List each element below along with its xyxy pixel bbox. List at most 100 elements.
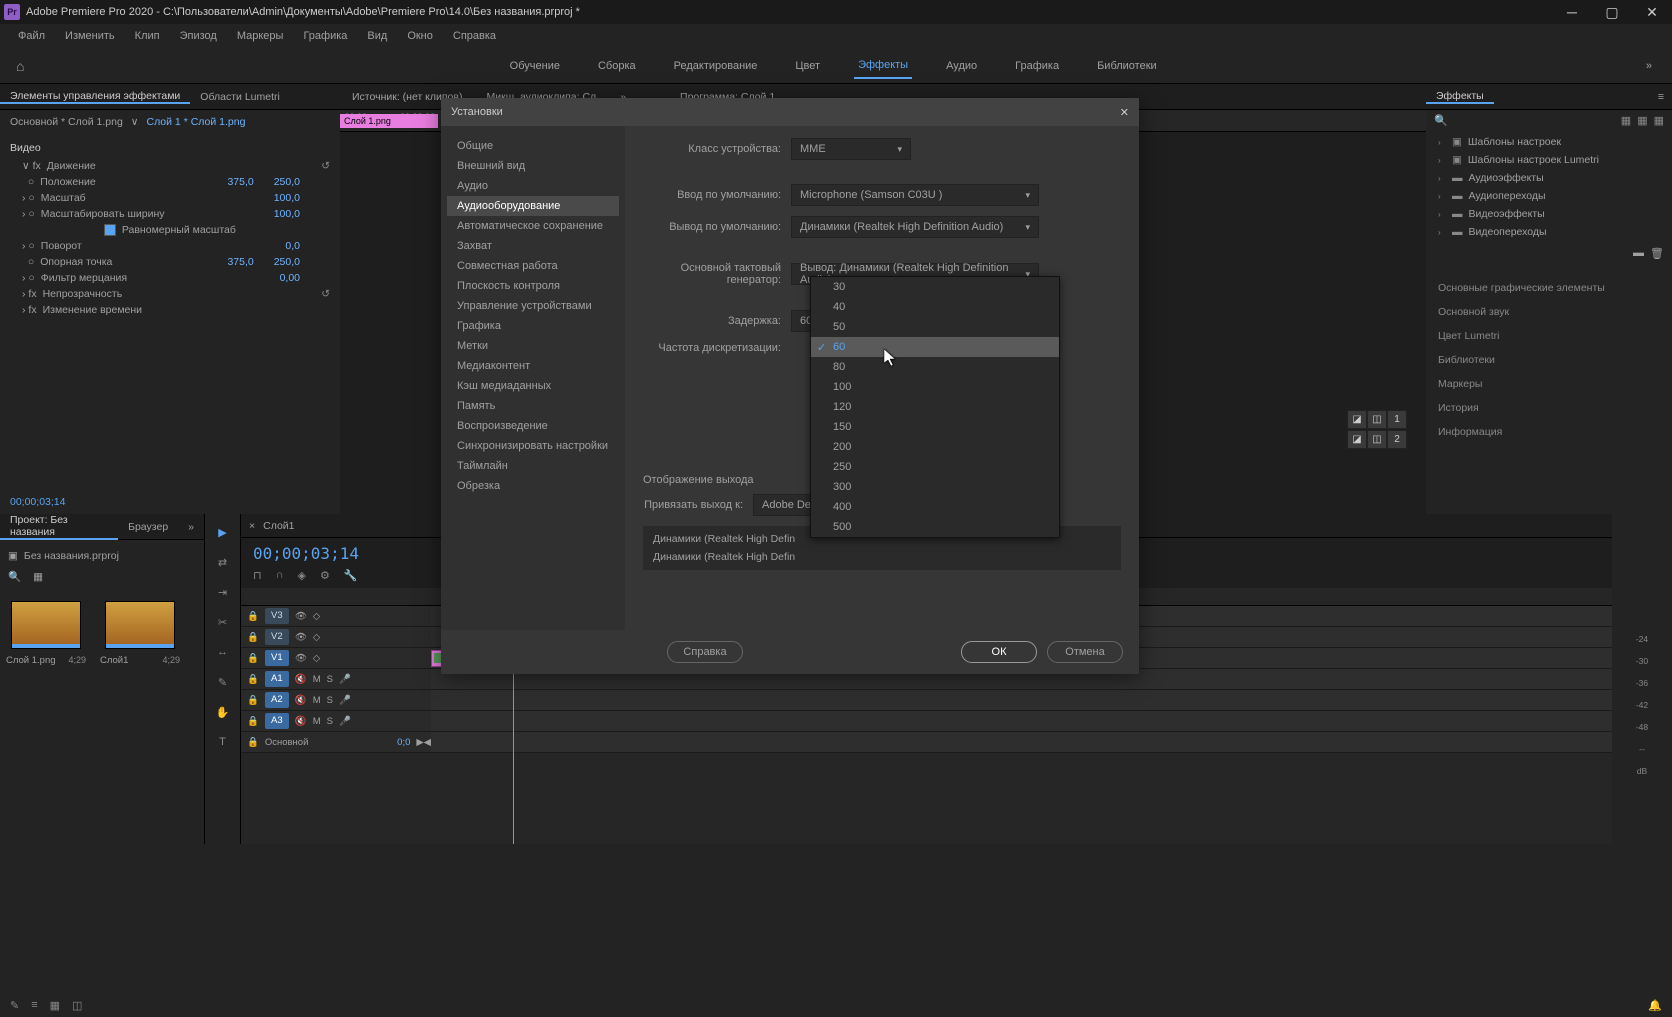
- maximize-button[interactable]: ▢: [1592, 0, 1632, 24]
- menu-window[interactable]: Окно: [397, 30, 443, 42]
- fx-scale[interactable]: › ○ Масштаб100,0: [10, 190, 330, 206]
- cat-graphics[interactable]: Графика: [447, 316, 619, 336]
- cancel-button[interactable]: Отмена: [1047, 641, 1123, 663]
- rpanel-info[interactable]: Информация: [1426, 420, 1672, 444]
- link-icon[interactable]: ∩: [276, 569, 284, 582]
- opt-250[interactable]: 250: [811, 457, 1059, 477]
- preset-icon-3[interactable]: ▦: [1654, 114, 1664, 127]
- search-icon[interactable]: 🔍: [8, 570, 21, 583]
- cat-sync[interactable]: Синхронизировать настройки: [447, 436, 619, 456]
- tab-effect-controls[interactable]: Элементы управления эффектами: [0, 90, 190, 104]
- select-default-output[interactable]: Динамики (Realtek High Definition Audio)…: [791, 216, 1039, 238]
- selection-tool-icon[interactable]: ▶: [213, 522, 233, 542]
- menu-clip[interactable]: Клип: [125, 30, 170, 42]
- ripple-tool-icon[interactable]: ⇥: [213, 582, 233, 602]
- trash-icon[interactable]: 🗑: [1650, 247, 1664, 260]
- footer-icon[interactable]: 🔔: [1648, 999, 1662, 1012]
- cat-memory[interactable]: Память: [447, 396, 619, 416]
- opt-80[interactable]: 80: [811, 357, 1059, 377]
- clip-instance[interactable]: Слой 1 * Слой 1.png: [146, 116, 245, 128]
- cat-labels[interactable]: Метки: [447, 336, 619, 356]
- cat-audio-hardware[interactable]: Аудиооборудование: [447, 196, 619, 216]
- eff-presets[interactable]: ›▣Шаблоны настроек: [1434, 133, 1664, 151]
- seq-tab[interactable]: Слой1: [263, 520, 294, 532]
- footer-icon[interactable]: ◫: [72, 999, 82, 1012]
- marker-icon[interactable]: ◈: [298, 569, 306, 582]
- cat-control-surface[interactable]: Плоскость контроля: [447, 276, 619, 296]
- footer-icon[interactable]: ▦: [50, 999, 60, 1012]
- cat-media[interactable]: Медиаконтент: [447, 356, 619, 376]
- eff-video-trans[interactable]: ›▬Видеопереходы: [1434, 223, 1664, 241]
- ws-audio[interactable]: Аудио: [942, 54, 981, 78]
- track-a2[interactable]: A2: [265, 692, 289, 708]
- fx-position[interactable]: ○ Положение375,0250,0: [10, 174, 330, 190]
- tab-project[interactable]: Проект: Без названия: [0, 514, 118, 540]
- cat-general[interactable]: Общие: [447, 136, 619, 156]
- mini-clip[interactable]: Слой 1.png: [340, 114, 438, 128]
- tab-browser[interactable]: Браузер: [118, 521, 178, 533]
- cat-capture[interactable]: Захват: [447, 236, 619, 256]
- menu-sequence[interactable]: Эпизод: [170, 30, 227, 42]
- pen-tool-icon[interactable]: ✎: [213, 672, 233, 692]
- footer-icon[interactable]: ≡: [31, 999, 37, 1011]
- opt-30[interactable]: 30: [811, 277, 1059, 297]
- tab-lumetri-scopes[interactable]: Области Lumetri: [190, 91, 290, 103]
- footer-icon[interactable]: ✎: [10, 999, 19, 1012]
- cat-timeline[interactable]: Таймлайн: [447, 456, 619, 476]
- fx-opacity[interactable]: › fx Непрозрачность↺: [10, 286, 330, 302]
- opt-150[interactable]: 150: [811, 417, 1059, 437]
- menu-edit[interactable]: Изменить: [55, 30, 125, 42]
- tab-effects-panel[interactable]: Эффекты: [1426, 90, 1494, 104]
- fx-anchor[interactable]: ○ Опорная точка375,0250,0: [10, 254, 330, 270]
- fx-uniform[interactable]: Равномерный масштаб: [10, 222, 330, 238]
- menu-file[interactable]: Файл: [8, 30, 55, 42]
- track-a1[interactable]: A1: [265, 671, 289, 687]
- pc-btn-1[interactable]: 1: [1387, 410, 1407, 429]
- wrench-icon[interactable]: 🔧: [344, 569, 358, 582]
- preset-icon[interactable]: ▦: [1621, 114, 1631, 127]
- cat-appearance[interactable]: Внешний вид: [447, 156, 619, 176]
- dialog-close-icon[interactable]: ✕: [1120, 106, 1129, 119]
- track-v1[interactable]: V1: [265, 650, 289, 666]
- ws-color[interactable]: Цвет: [791, 54, 824, 78]
- cat-device-control[interactable]: Управление устройствами: [447, 296, 619, 316]
- fx-rotation[interactable]: › ○ Поворот0,0: [10, 238, 330, 254]
- cat-autosave[interactable]: Автоматическое сохранение: [447, 216, 619, 236]
- fx-scale-width[interactable]: › ○ Масштабировать ширину100,0: [10, 206, 330, 222]
- pc-btn-a[interactable]: ◪: [1347, 410, 1367, 429]
- fx-time-remap[interactable]: › fx Изменение времени: [10, 302, 330, 318]
- opt-500[interactable]: 500: [811, 517, 1059, 537]
- fx-motion[interactable]: ∨ fx Движение↺: [10, 158, 330, 174]
- bin-item[interactable]: Слой 1.png4;29: [6, 601, 86, 666]
- cat-playback[interactable]: Воспроизведение: [447, 416, 619, 436]
- fx-flicker[interactable]: › ○ Фильтр мерцания0,00: [10, 270, 330, 286]
- help-button[interactable]: Справка: [667, 641, 743, 663]
- rpanel-history[interactable]: История: [1426, 396, 1672, 420]
- slip-tool-icon[interactable]: ↔: [213, 642, 233, 662]
- opt-100[interactable]: 100: [811, 377, 1059, 397]
- ws-effects[interactable]: Эффекты: [854, 53, 912, 79]
- opt-400[interactable]: 400: [811, 497, 1059, 517]
- ws-overflow-icon[interactable]: »: [1626, 60, 1672, 72]
- snap-icon[interactable]: ⊓: [253, 569, 262, 582]
- opt-40[interactable]: 40: [811, 297, 1059, 317]
- pc-btn-2[interactable]: 2: [1387, 430, 1407, 449]
- opt-120[interactable]: 120: [811, 397, 1059, 417]
- pc-btn-c[interactable]: ◪: [1347, 430, 1367, 449]
- cat-trim[interactable]: Обрезка: [447, 476, 619, 496]
- eff-audio-effects[interactable]: ›▬Аудиоэффекты: [1434, 169, 1664, 187]
- eff-video-effects[interactable]: ›▬Видеоэффекты: [1434, 205, 1664, 223]
- menu-view[interactable]: Вид: [357, 30, 397, 42]
- pc-btn-b[interactable]: ◫: [1367, 410, 1387, 429]
- ws-graphics[interactable]: Графика: [1011, 54, 1063, 78]
- cat-audio[interactable]: Аудио: [447, 176, 619, 196]
- ws-editing[interactable]: Редактирование: [670, 54, 762, 78]
- home-icon[interactable]: ⌂: [0, 58, 40, 74]
- select-device-class[interactable]: MME▾: [791, 138, 911, 160]
- eff-audio-trans[interactable]: ›▬Аудиопереходы: [1434, 187, 1664, 205]
- type-tool-icon[interactable]: T: [213, 732, 233, 752]
- menu-help[interactable]: Справка: [443, 30, 506, 42]
- preset-icon-2[interactable]: ▦: [1637, 114, 1647, 127]
- cat-collab[interactable]: Совместная работа: [447, 256, 619, 276]
- seq-close-icon[interactable]: ×: [241, 520, 263, 532]
